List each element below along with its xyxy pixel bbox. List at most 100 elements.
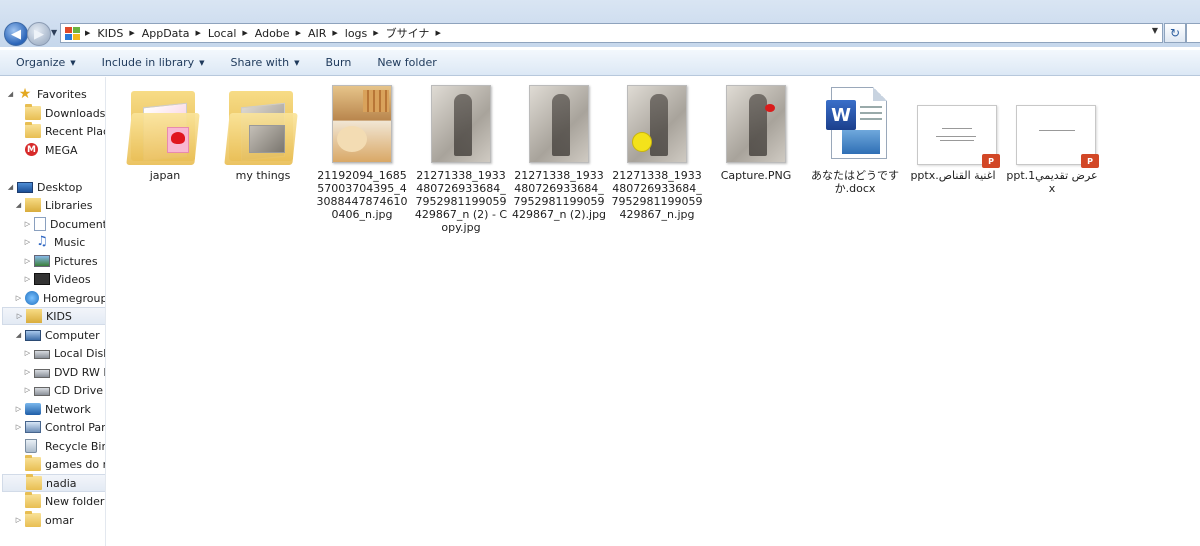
breadcrumb-separator-icon[interactable]: ▶ xyxy=(332,29,337,37)
nav-item-kids[interactable]: ▷ KIDS xyxy=(2,307,105,325)
expand-arrow-icon[interactable]: ▷ xyxy=(23,275,32,283)
nav-label: Music xyxy=(54,235,86,249)
back-button[interactable]: ◀ xyxy=(4,22,28,46)
nav-label: Desktop xyxy=(37,180,83,194)
user-folder-icon xyxy=(26,309,42,323)
file-name: japan xyxy=(149,169,181,182)
nav-item-desktop[interactable]: ◢ Desktop xyxy=(6,178,83,196)
expand-arrow-icon[interactable]: ▷ xyxy=(23,349,32,357)
nav-item-recycle-bin[interactable]: Recycle Bin xyxy=(14,437,105,455)
recent-pages-dropdown-icon[interactable]: ▼ xyxy=(51,28,60,40)
file-name: あなたはどうですか.docx xyxy=(811,169,899,195)
expand-arrow-icon[interactable]: ◢ xyxy=(6,90,15,98)
file-name: 21271338_1933480726933684_79529811990594… xyxy=(611,169,703,221)
documents-icon xyxy=(34,217,46,231)
nav-label: KIDS xyxy=(46,309,72,323)
breadcrumb-adobe[interactable]: Adobe xyxy=(255,27,290,40)
file-name: 21271338_1933480726933684_79529811990594… xyxy=(414,169,508,234)
nav-item-mega[interactable]: M MEGA xyxy=(14,141,78,159)
mega-icon: M xyxy=(25,143,41,157)
breadcrumb-air[interactable]: AIR xyxy=(308,27,326,40)
share-with-label: Share with xyxy=(230,56,290,69)
image-thumbnail xyxy=(523,85,595,163)
expand-arrow-icon[interactable]: ▷ xyxy=(14,516,23,524)
forward-button[interactable]: ▶ xyxy=(27,22,51,46)
breadcrumb-local[interactable]: Local xyxy=(208,27,237,40)
nav-item-network[interactable]: ▷ Network xyxy=(14,400,91,418)
expand-arrow-icon[interactable]: ▷ xyxy=(23,257,32,265)
new-folder-button[interactable]: New folder xyxy=(377,56,436,69)
image-thumbnail xyxy=(720,85,792,163)
expand-arrow-icon[interactable]: ▷ xyxy=(23,368,32,376)
videos-icon xyxy=(34,273,50,285)
expand-arrow-icon[interactable]: ◢ xyxy=(6,183,15,191)
expand-arrow-icon[interactable]: ◢ xyxy=(14,201,23,209)
nav-item-new-folder[interactable]: New folder xyxy=(14,492,104,510)
nav-label: Libraries xyxy=(45,198,93,212)
expand-arrow-icon[interactable]: ▷ xyxy=(23,238,32,246)
nav-item-control-panel[interactable]: ▷ Control Pane xyxy=(14,418,105,436)
breadcrumb-separator-icon[interactable]: ▶ xyxy=(129,29,134,37)
nav-item-omar[interactable]: ▷ omar xyxy=(14,511,74,529)
nav-label: Local Disk ( xyxy=(54,346,105,360)
nav-item-downloads[interactable]: Downloads xyxy=(14,104,105,122)
downloads-folder-icon xyxy=(25,104,41,120)
nav-item-dvd-drive[interactable]: ▷ DVD RW Dr xyxy=(23,363,105,381)
burn-button[interactable]: Burn xyxy=(325,56,351,69)
include-in-library-button[interactable]: Include in library ▼ xyxy=(102,56,205,69)
nav-label: nadia xyxy=(46,476,77,490)
nav-item-libraries[interactable]: ◢ Libraries xyxy=(14,196,93,214)
breadcrumb-logs[interactable]: logs xyxy=(345,27,368,40)
nav-item-games-folder[interactable]: games do no xyxy=(14,455,105,473)
refresh-button[interactable]: ↻ xyxy=(1164,23,1186,43)
nav-item-local-disk[interactable]: ▷ Local Disk ( xyxy=(23,344,105,362)
file-name: اغنية القناص.pptx xyxy=(910,169,996,182)
expand-arrow-icon[interactable]: ▷ xyxy=(23,386,32,394)
expand-arrow-icon[interactable]: ▷ xyxy=(15,312,24,320)
expand-arrow-icon[interactable]: ◢ xyxy=(14,331,23,339)
breadcrumb-kids[interactable]: KIDS xyxy=(97,27,123,40)
nav-label: CD Drive (F xyxy=(54,383,105,397)
nav-item-pictures[interactable]: ▷ Pictures xyxy=(23,252,98,270)
folder-icon xyxy=(26,474,42,490)
breadcrumb-separator-icon[interactable]: ▶ xyxy=(435,29,440,37)
breadcrumb-separator-icon[interactable]: ▶ xyxy=(373,29,378,37)
breadcrumb-separator-icon[interactable]: ▶ xyxy=(195,29,200,37)
breadcrumb-separator-icon[interactable]: ▶ xyxy=(85,29,90,37)
nav-item-videos[interactable]: ▷ Videos xyxy=(23,270,91,288)
word-document-icon: W xyxy=(819,85,891,163)
expand-arrow-icon[interactable]: ▷ xyxy=(14,423,23,431)
nav-item-homegroup[interactable]: ▷ Homegroup xyxy=(14,289,105,307)
desktop-icon xyxy=(17,181,33,193)
nav-label: DVD RW Dr xyxy=(54,365,105,379)
nav-item-recent-places[interactable]: Recent Places xyxy=(14,122,105,140)
file-name: Capture.PNG xyxy=(720,169,792,182)
nav-item-computer[interactable]: ◢ Computer xyxy=(14,326,100,344)
breadcrumb-separator-icon[interactable]: ▶ xyxy=(296,29,301,37)
nav-item-favorites[interactable]: ◢ ★ Favorites xyxy=(6,85,87,103)
search-input[interactable] xyxy=(1186,23,1200,43)
nav-item-music[interactable]: ▷ ♫ Music xyxy=(23,233,86,251)
nav-item-documents[interactable]: ▷ Documents xyxy=(23,215,105,233)
nav-label: Videos xyxy=(54,272,91,286)
address-bar-row: ◀ ▶ ▼ ▶ KIDS ▶ AppData ▶ Local ▶ Adobe ▶… xyxy=(0,0,1200,47)
nav-item-nadia[interactable]: nadia xyxy=(2,474,105,492)
address-history-dropdown-icon[interactable]: ▼ xyxy=(1152,26,1158,35)
expand-arrow-icon[interactable]: ▷ xyxy=(14,405,23,413)
cd-drive-icon xyxy=(34,387,50,396)
nav-item-cd-drive[interactable]: ▷ CD Drive (F xyxy=(23,381,105,399)
file-name: عرض تقديمي1.pptx xyxy=(1006,169,1098,195)
breadcrumb-current-folder[interactable]: ブサイナ xyxy=(386,25,430,41)
expand-arrow-icon[interactable]: ▷ xyxy=(14,294,23,302)
chevron-down-icon: ▼ xyxy=(199,58,205,67)
share-with-button[interactable]: Share with ▼ xyxy=(231,56,300,69)
breadcrumb-separator-icon[interactable]: ▶ xyxy=(242,29,247,37)
folder-icon xyxy=(224,85,299,165)
refresh-icon: ↻ xyxy=(1169,26,1181,40)
address-bar[interactable]: ▶ KIDS ▶ AppData ▶ Local ▶ Adobe ▶ AIR ▶… xyxy=(60,23,1163,43)
command-bar: Organize ▼ Include in library ▼ Share with… xyxy=(0,50,1200,76)
expand-arrow-icon[interactable]: ▷ xyxy=(23,220,32,228)
breadcrumb-appdata[interactable]: AppData xyxy=(142,27,190,40)
organize-button[interactable]: Organize ▼ xyxy=(16,56,76,69)
computer-icon xyxy=(25,329,41,341)
